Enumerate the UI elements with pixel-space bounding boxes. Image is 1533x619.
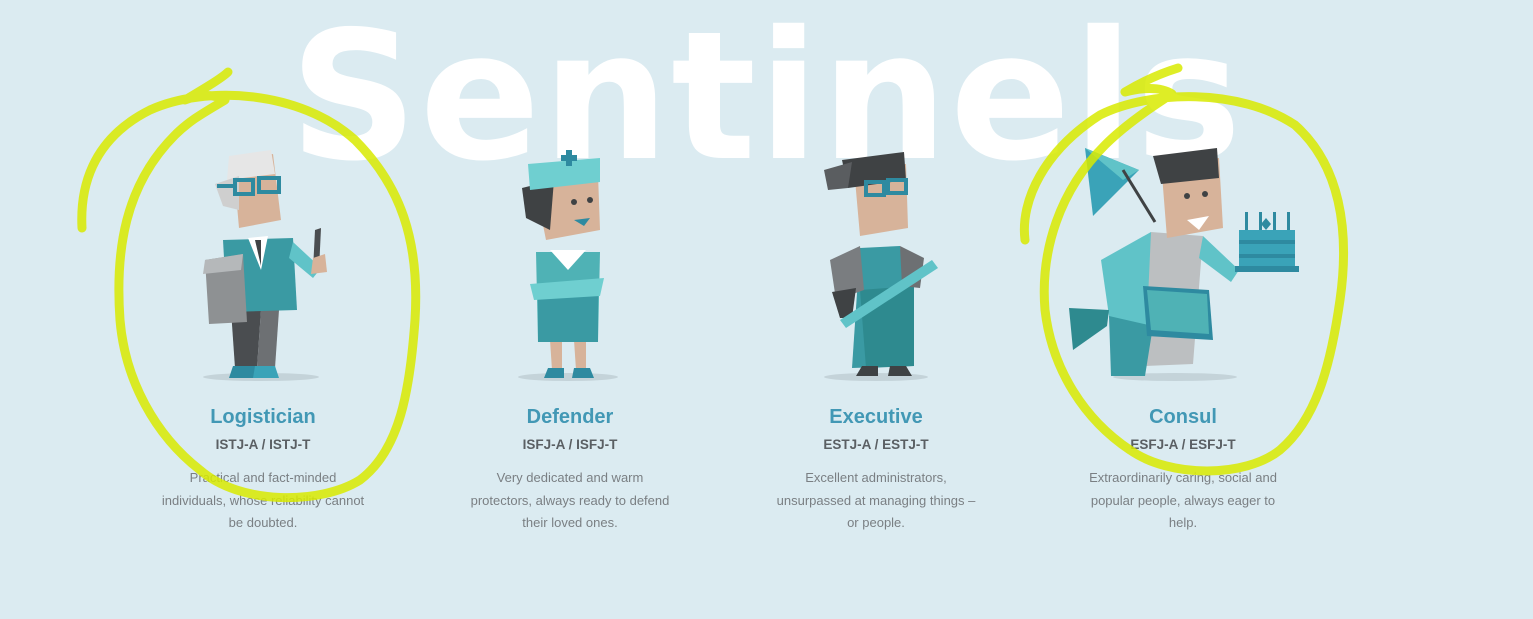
personality-description: Practical and fact-minded individuals, w…	[161, 470, 365, 530]
personality-name: Consul	[1149, 406, 1217, 428]
personality-code: ISFJ-A / ISFJ-T	[522, 437, 618, 452]
personality-card-logistician[interactable]: Logistician ISTJ-A / ISTJ-T Practical an…	[143, 140, 383, 560]
personality-description: Excellent administrators, unsurpassed at…	[776, 470, 976, 530]
personality-description: Very dedicated and warm protectors, alwa…	[470, 470, 670, 530]
personality-name: Logistician	[210, 406, 316, 428]
personality-card-executive[interactable]: Executive ESTJ-A / ESTJ-T Excellent admi…	[756, 140, 996, 560]
personality-name: Executive	[829, 406, 923, 428]
personality-card-defender[interactable]: Defender ISFJ-A / ISFJ-T Very dedicated …	[450, 140, 690, 560]
personality-code: ESFJ-A / ESFJ-T	[1130, 437, 1236, 452]
personality-code: ISTJ-A / ISTJ-T	[215, 437, 311, 452]
personality-card-consul[interactable]: Consul ESFJ-A / ESFJ-T Extraordinarily c…	[1063, 140, 1303, 560]
executive-illustration	[824, 152, 938, 381]
personality-name: Defender	[526, 406, 614, 428]
defender-illustration	[518, 150, 618, 381]
logistician-illustration	[203, 150, 327, 381]
consul-illustration	[1069, 148, 1299, 381]
personality-description: Extraordinarily caring, social and popul…	[1089, 470, 1277, 530]
personality-code: ESTJ-A / ESTJ-T	[823, 437, 929, 452]
